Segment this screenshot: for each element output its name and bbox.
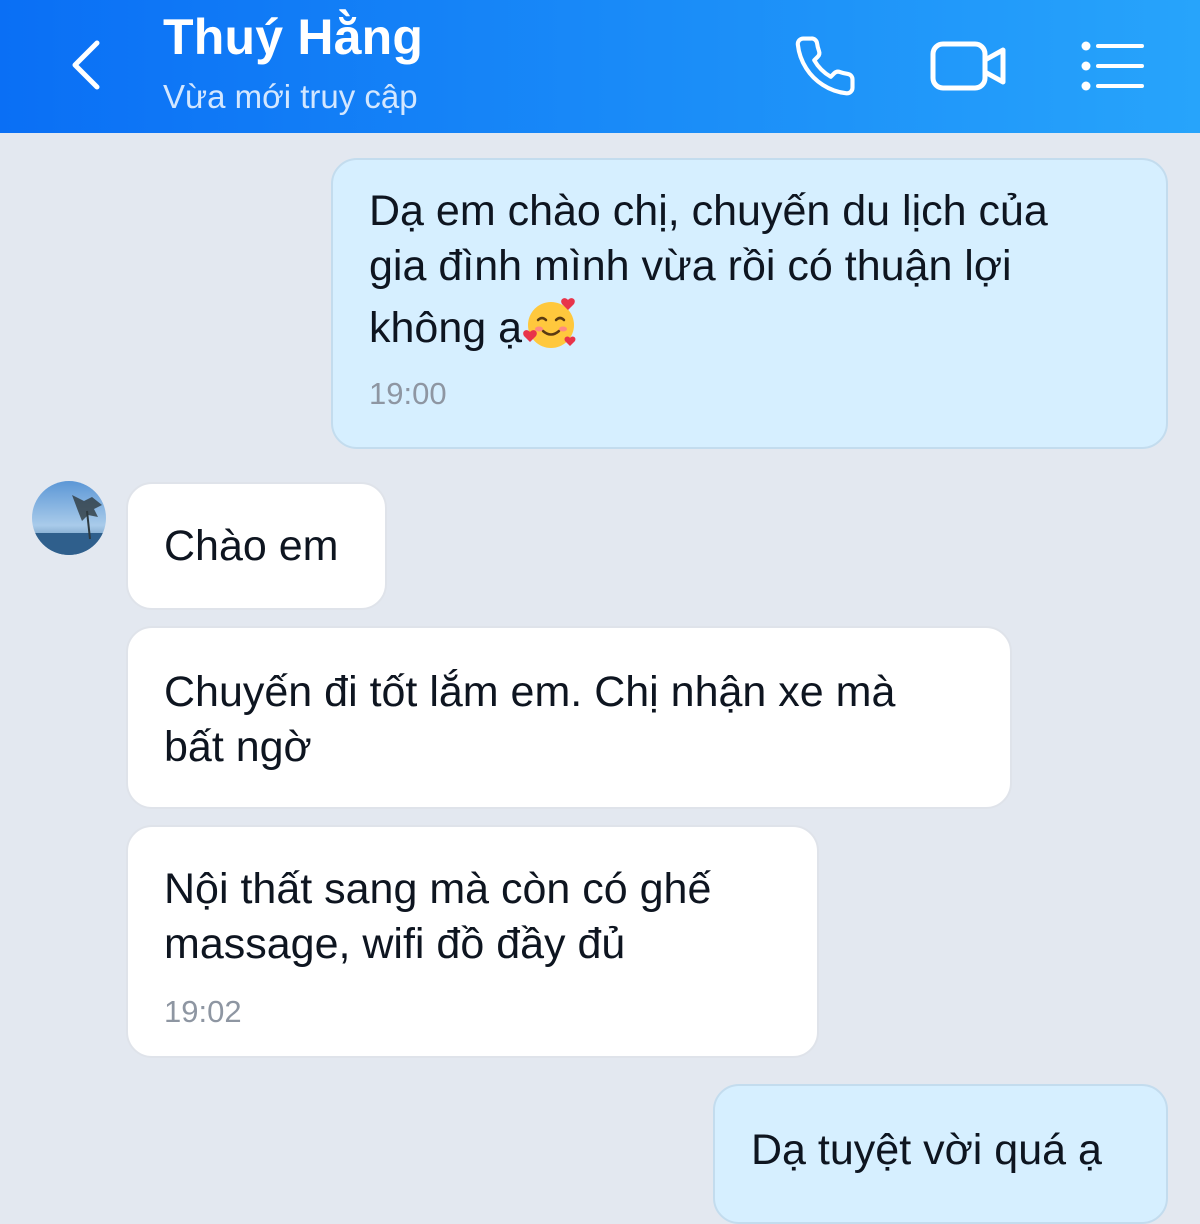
call-button[interactable] — [785, 28, 865, 104]
avatar[interactable] — [32, 481, 106, 555]
message-text: Chuyến đi tốt lắm em. Chị nhận xe mà bất… — [164, 668, 896, 771]
message-time: 19:00 — [369, 376, 447, 411]
message-text: Dạ tuyệt vời quá ạ — [751, 1126, 1102, 1174]
message-bubble-received[interactable]: Chuyến đi tốt lắm em. Chị nhận xe mà bất… — [126, 626, 1012, 809]
message-text: Chào em — [164, 522, 339, 570]
contact-name[interactable]: Thuý Hằng — [163, 8, 423, 66]
back-button[interactable] — [55, 30, 115, 100]
message-bubble-received[interactable]: Chào em — [126, 482, 387, 610]
message-bubble-sent[interactable]: Dạ tuyệt vời quá ạ — [713, 1084, 1168, 1224]
avatar-image — [32, 481, 106, 555]
menu-button[interactable] — [1072, 28, 1154, 104]
phone-icon — [795, 36, 855, 96]
smiling-face-with-hearts-icon — [523, 298, 576, 348]
message-bubble-received[interactable]: Nội thất sang mà còn có ghế massage, wif… — [126, 825, 819, 1058]
chat-header: Thuý Hằng Vừa mới truy cập — [0, 0, 1200, 133]
message-bubble-sent[interactable]: Dạ em chào chị, chuyến du lịch của gia đ… — [331, 158, 1168, 449]
chevron-left-icon — [72, 40, 100, 90]
video-call-button[interactable] — [922, 28, 1016, 104]
message-text: Nội thất sang mà còn có ghế massage, wif… — [164, 865, 712, 968]
message-time: 19:02 — [164, 994, 242, 1029]
video-camera-icon — [930, 41, 1006, 91]
contact-status: Vừa mới truy cập — [163, 78, 418, 115]
list-menu-icon — [1081, 41, 1144, 91]
message-text: Dạ em chào chị, chuyến du lịch của gia đ… — [369, 187, 1048, 352]
